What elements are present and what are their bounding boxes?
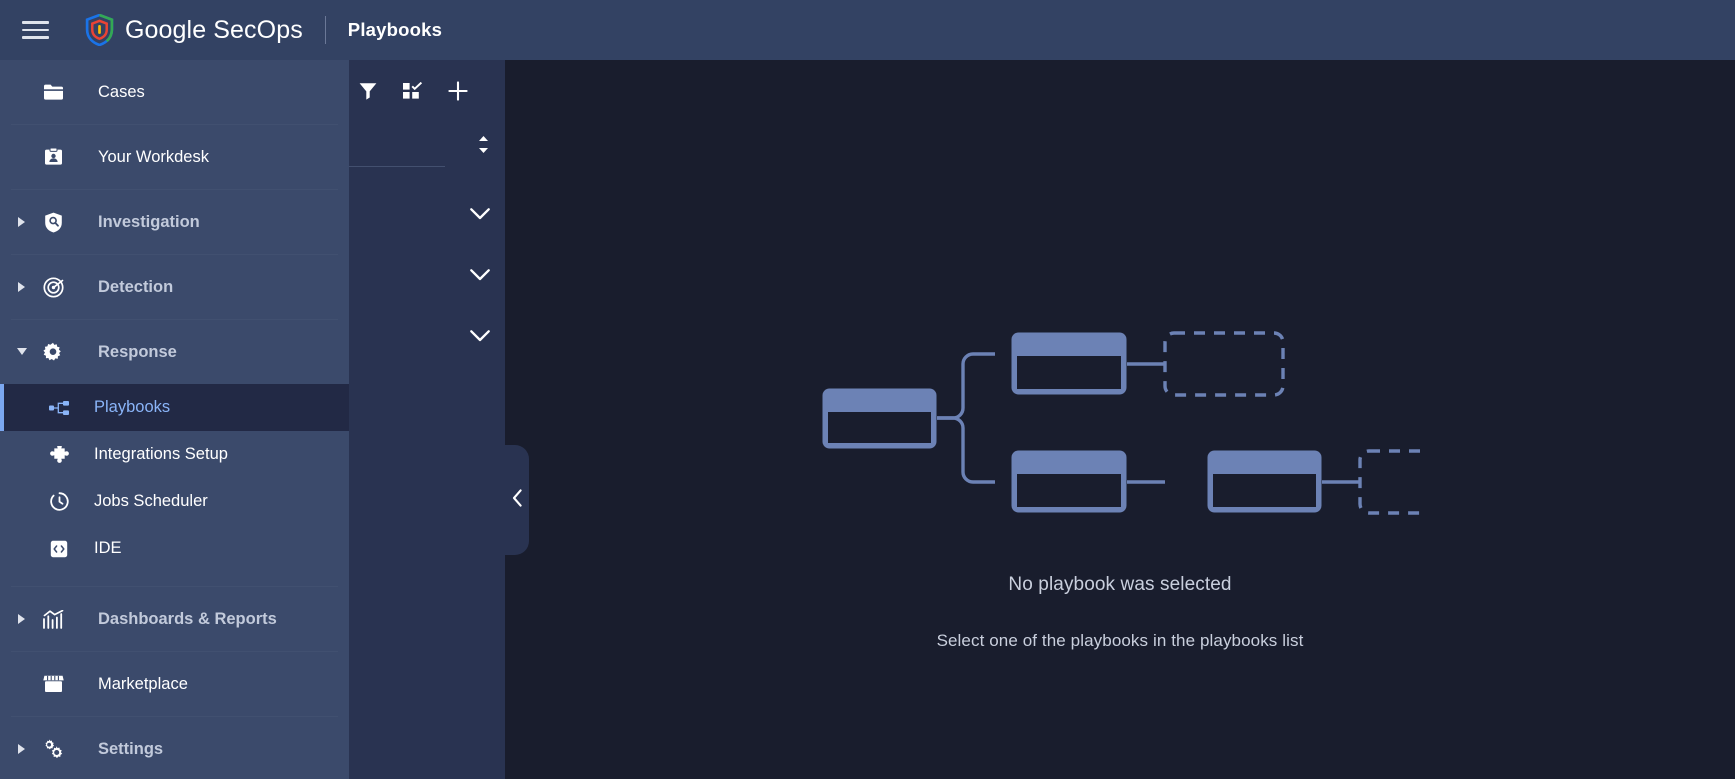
brand-secops: SecOps (213, 15, 303, 44)
sidebar-item-your-workdesk[interactable]: Your Workdesk (0, 125, 349, 189)
diagram-placeholder-top (1163, 331, 1285, 397)
chevron-down-icon[interactable] (470, 207, 490, 220)
playbooks-list-toolbar (349, 60, 505, 122)
main-content-area: No playbook was selected Select one of t… (505, 60, 1735, 779)
sidebar-item-label: Response (98, 342, 177, 361)
diagram-node-bottom-2 (1207, 450, 1322, 513)
playbooks-list-sort-row (349, 122, 505, 166)
code-brackets-icon (46, 540, 72, 558)
chevron-left-icon (512, 488, 523, 512)
multi-gear-icon (36, 739, 70, 760)
sidebar-item-dashboards-and-reports[interactable]: Dashboards & Reports (0, 587, 349, 651)
playbooks-list-section-toggle[interactable] (349, 305, 505, 366)
playbooks-list-section-toggle[interactable] (349, 183, 505, 244)
empty-state: No playbook was selected Select one of t… (505, 306, 1735, 651)
clock-timer-icon (46, 492, 72, 511)
page-title: Playbooks (347, 19, 443, 40)
sidebar-nav: Cases Your Workdesk Investigation Detect… (0, 60, 349, 779)
app-root: Google SecOps Playbooks Cases Your Workd… (0, 0, 1735, 779)
sidebar-item-label: Integrations Setup (94, 445, 228, 463)
sidebar-item-label: Jobs Scheduler (94, 492, 208, 510)
filter-funnel-icon[interactable] (359, 82, 377, 100)
google-secops-shield-icon (85, 14, 114, 46)
top-app-bar: Google SecOps Playbooks (0, 0, 1735, 60)
sidebar-item-integrations-setup[interactable]: Integrations Setup (0, 431, 349, 478)
sidebar-item-label: Cases (98, 82, 145, 101)
brand-google: Google (125, 15, 207, 44)
sidebar-item-label: Playbooks (94, 398, 171, 416)
sidebar-item-marketplace[interactable]: Marketplace (0, 652, 349, 716)
sidebar-item-settings[interactable]: Settings (0, 717, 349, 779)
app-body: Cases Your Workdesk Investigation Detect… (0, 60, 1735, 779)
hamburger-menu-icon[interactable] (22, 15, 52, 45)
empty-state-subtitle: Select one of the playbooks in the playb… (936, 631, 1304, 650)
sidebar-item-detection[interactable]: Detection (0, 255, 349, 319)
shield-search-icon (36, 212, 70, 233)
playbook-nodes-icon (46, 400, 72, 415)
sidebar-item-cases[interactable]: Cases (0, 60, 349, 124)
folder-icon (36, 84, 70, 100)
playbooks-list-section-toggle[interactable] (349, 244, 505, 305)
sidebar-item-label: Your Workdesk (98, 147, 209, 166)
topbar-divider (324, 16, 326, 44)
gear-icon (36, 342, 70, 362)
sidebar-item-ide[interactable]: IDE (0, 525, 349, 572)
diagram-node-bottom-1 (1011, 450, 1127, 513)
chevron-down-icon[interactable] (470, 268, 490, 281)
diagram-placeholder-bottom (1358, 449, 1420, 515)
sidebar-item-jobs-scheduler[interactable]: Jobs Scheduler (0, 478, 349, 525)
caret-right-icon[interactable] (8, 282, 36, 292)
empty-state-title: No playbook was selected (1008, 574, 1232, 595)
workdesk-badge-icon (36, 148, 70, 166)
sidebar-item-playbooks[interactable]: Playbooks (0, 384, 349, 431)
puzzle-piece-icon (46, 445, 72, 464)
playbooks-list-panel (349, 60, 505, 779)
sidebar-item-response[interactable]: Response (0, 320, 349, 384)
caret-right-icon[interactable] (8, 614, 36, 624)
sidebar-item-label: Dashboards & Reports (98, 609, 277, 628)
radar-target-icon (36, 276, 70, 298)
sidebar-item-label: Investigation (98, 212, 200, 231)
sidebar-item-label: Detection (98, 277, 174, 296)
multi-select-grid-icon[interactable] (403, 82, 422, 100)
storefront-icon (36, 675, 70, 693)
diagram-node-top (1011, 332, 1127, 395)
sidebar-item-label: Marketplace (98, 674, 188, 693)
caret-down-icon[interactable] (8, 348, 36, 356)
plus-icon[interactable] (448, 81, 468, 101)
caret-right-icon[interactable] (8, 217, 36, 227)
chart-trend-icon (36, 609, 70, 629)
brand-wordmark: Google SecOps (125, 16, 303, 45)
sort-updown-icon[interactable] (477, 135, 490, 154)
diagram-node-root (822, 388, 937, 449)
playbook-flow-diagram-illustration (822, 331, 1420, 515)
sidebar-item-investigation[interactable]: Investigation (0, 190, 349, 254)
sidebar-item-label: IDE (94, 539, 122, 557)
chevron-down-icon[interactable] (470, 329, 490, 342)
caret-right-icon[interactable] (8, 744, 36, 754)
collapse-panel-handle[interactable] (505, 445, 529, 555)
sidebar-item-label: Settings (98, 739, 164, 758)
